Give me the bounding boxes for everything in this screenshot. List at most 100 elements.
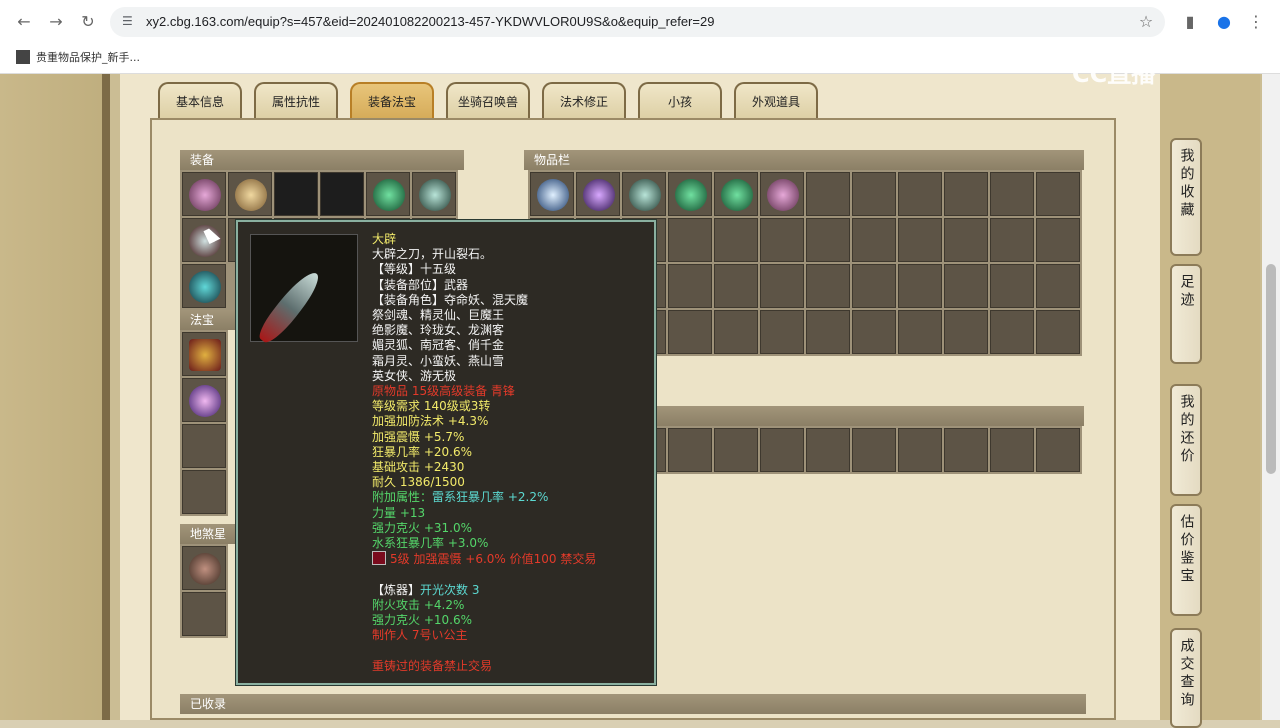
inventory-slot[interactable] [668,264,712,308]
item-image [250,234,358,348]
dijiang-grid [180,544,228,638]
slot[interactable] [898,428,942,472]
equip-slot[interactable] [274,172,318,216]
inventory-slot[interactable] [714,172,758,216]
inventory-slot[interactable] [806,172,850,216]
inventory-slot[interactable] [990,310,1034,354]
fabao-slot[interactable] [182,332,226,376]
slot[interactable] [714,428,758,472]
scroll-thumb[interactable] [1266,264,1276,474]
inventory-slot[interactable] [1036,172,1080,216]
fabao-slot[interactable] [182,470,226,514]
inventory-slot[interactable] [898,218,942,262]
maker-text: 制作人 7号い公主 [372,628,468,643]
equip-slot[interactable] [182,264,226,308]
inventory-slot[interactable] [760,264,804,308]
inventory-slot[interactable] [622,172,666,216]
inventory-slot[interactable] [714,264,758,308]
scrollbar[interactable] [1262,74,1280,720]
inventory-slot[interactable] [668,310,712,354]
inventory-slot[interactable] [898,172,942,216]
refine-value: 开光次数 3 [420,582,480,597]
inventory-slot[interactable] [898,310,942,354]
inventory-slot[interactable] [852,172,896,216]
extra-attr-value: 雷系狂暴几率 +2.2% [432,490,549,505]
inventory-slot[interactable] [714,310,758,354]
equip-slot[interactable] [182,172,226,216]
tab-attributes[interactable]: 属性抗性 [254,82,338,118]
equip-slot[interactable] [320,172,364,216]
inventory-slot[interactable] [852,264,896,308]
inventory-slot[interactable] [760,310,804,354]
inventory-slot[interactable] [852,310,896,354]
valuation-tab[interactable]: 估价鉴宝 [1170,504,1202,616]
slot[interactable] [806,428,850,472]
slot[interactable] [852,428,896,472]
item-requirement: 等级需求 140级或3转 [372,399,491,414]
tab-mounts[interactable]: 坐骑召唤兽 [446,82,530,118]
inventory-slot[interactable] [1036,310,1080,354]
inventory-slot[interactable] [760,172,804,216]
inventory-slot[interactable] [668,218,712,262]
tab-child[interactable]: 小孩 [638,82,722,118]
inventory-slot[interactable] [1036,218,1080,262]
item-desc: 大辟之刀，开山裂石。 [372,247,493,262]
inventory-slot[interactable] [576,172,620,216]
weapon-slot[interactable] [182,218,226,262]
inventory-slot[interactable] [990,172,1034,216]
equip-slot[interactable] [228,172,272,216]
my-favorites-tab[interactable]: 我的收藏 [1170,138,1202,256]
item-name: 大辟 [372,232,397,246]
footprint-tab[interactable]: 足迹 [1170,264,1202,364]
tab-spells[interactable]: 法术修正 [542,82,626,118]
equip-slot[interactable] [366,172,410,216]
inventory-slot[interactable] [806,310,850,354]
necklace-icon [419,179,451,211]
slot[interactable] [990,428,1034,472]
back-icon[interactable]: ← [12,10,36,34]
warrior-icon [189,553,221,585]
inventory-slot[interactable] [760,218,804,262]
extra-attr-label: 附加属性： [372,490,433,505]
slot[interactable] [760,428,804,472]
slot[interactable] [668,428,712,472]
fabao-slot[interactable] [182,378,226,422]
dijiang-slot[interactable] [182,546,226,590]
deal-query-tab[interactable]: 成交查询 [1170,628,1202,728]
inventory-slot[interactable] [1036,264,1080,308]
reload-icon[interactable]: ↻ [76,10,100,34]
forward-icon[interactable]: → [44,10,68,34]
inventory-slot[interactable] [806,264,850,308]
equip-slot[interactable] [412,172,456,216]
inventory-slot[interactable] [944,172,988,216]
url-text[interactable]: xy2.cbg.163.com/equip?s=457&eid=20240108… [146,14,714,29]
address-bar[interactable]: ☰ xy2.cbg.163.com/equip?s=457&eid=202401… [110,7,1165,37]
item-roles: 祭剑魂、精灵仙、巨魔王 [372,308,505,323]
inventory-slot[interactable] [990,264,1034,308]
tab-equipment[interactable]: 装备法宝 [350,82,434,118]
tab-basic-info[interactable]: 基本信息 [158,82,242,118]
inventory-slot[interactable] [944,218,988,262]
inventory-slot[interactable] [714,218,758,262]
inventory-slot[interactable] [530,172,574,216]
slot[interactable] [944,428,988,472]
bookmark-item[interactable]: 贵重物品保护_新手... [16,49,140,65]
inventory-slot[interactable] [852,218,896,262]
profile-icon[interactable]: ● [1212,10,1236,34]
star-icon[interactable]: ☆ [1134,10,1158,34]
inventory-slot[interactable] [898,264,942,308]
inventory-slot[interactable] [806,218,850,262]
my-counteroffer-tab[interactable]: 我的还价 [1170,384,1202,496]
site-settings-icon[interactable]: ☰ [122,14,138,30]
inventory-slot[interactable] [668,172,712,216]
inventory-slot[interactable] [990,218,1034,262]
menu-icon[interactable]: ⋮ [1244,10,1268,34]
tab-appearance[interactable]: 外观道具 [734,82,818,118]
inventory-slot[interactable] [944,264,988,308]
dijiang-slot[interactable] [182,592,226,636]
slot[interactable] [1036,428,1080,472]
sidepanel-icon[interactable]: ▮ [1178,10,1202,34]
fabao-slot[interactable] [182,424,226,468]
inventory-slot[interactable] [944,310,988,354]
blade-icon [254,266,325,348]
